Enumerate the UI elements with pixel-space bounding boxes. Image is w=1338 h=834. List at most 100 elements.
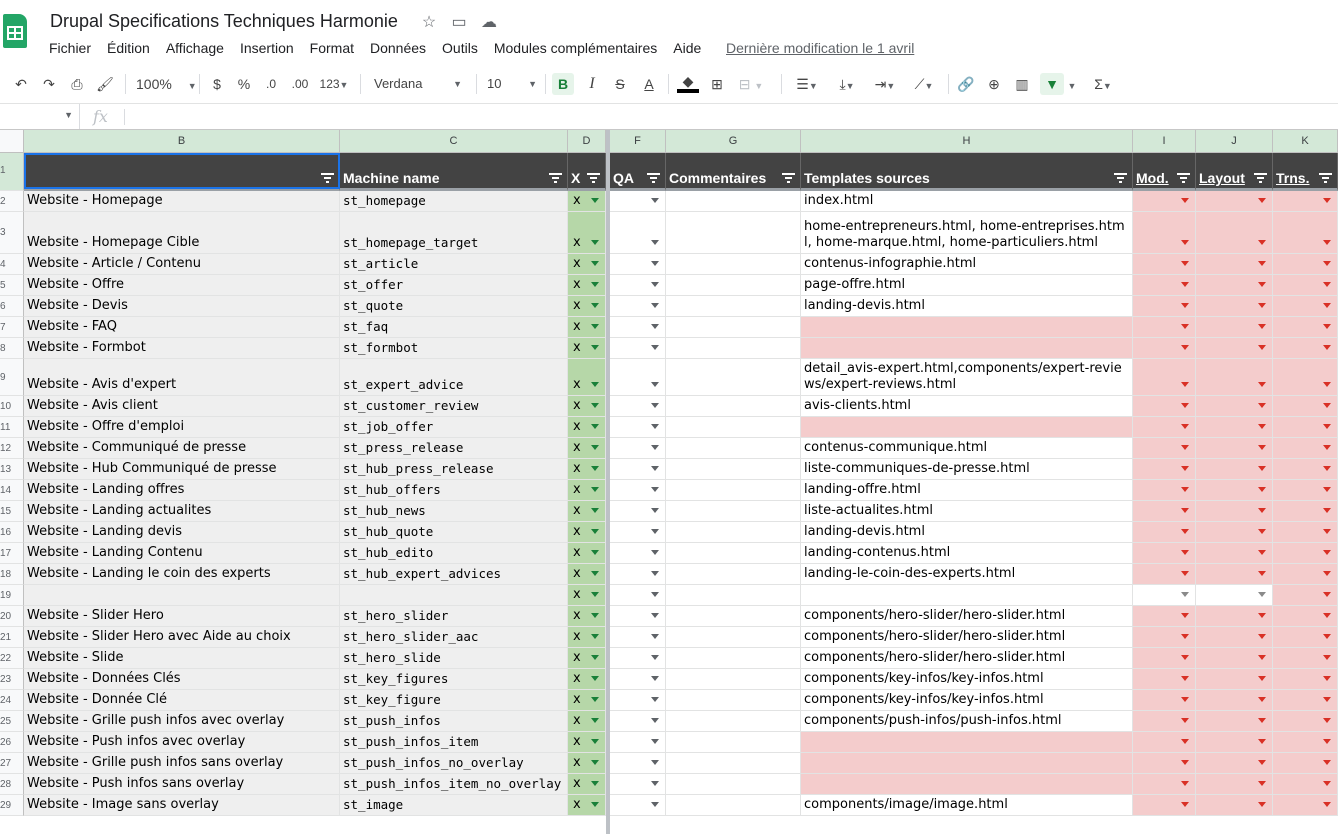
cell-i[interactable]: [1133, 732, 1196, 753]
row-number[interactable]: 25: [0, 711, 24, 732]
dropdown-chevron-icon[interactable]: [1323, 445, 1331, 450]
cell-j[interactable]: [1196, 669, 1273, 690]
cell-h[interactable]: index.html: [801, 191, 1133, 212]
cell-c[interactable]: st_quote: [340, 296, 568, 317]
cell-j[interactable]: [1196, 522, 1273, 543]
menu-item[interactable]: Aide: [673, 40, 701, 56]
dropdown-chevron-icon[interactable]: [1181, 634, 1189, 639]
cell-c[interactable]: st_hub_expert_advices: [340, 564, 568, 585]
cell-i[interactable]: [1133, 543, 1196, 564]
cell-c[interactable]: st_hero_slider_aac: [340, 627, 568, 648]
cell-h[interactable]: contenus-communique.html: [801, 438, 1133, 459]
cell-j[interactable]: [1196, 212, 1273, 254]
dropdown-chevron-icon[interactable]: [1258, 282, 1266, 287]
row-number[interactable]: 14: [0, 480, 24, 501]
dropdown-chevron-icon[interactable]: [1181, 802, 1189, 807]
font-size-select[interactable]: 10 ▼: [487, 73, 539, 95]
cell-c[interactable]: st_push_infos_no_overlay: [340, 753, 568, 774]
dropdown-chevron-icon[interactable]: [591, 676, 599, 681]
dropdown-chevron-icon[interactable]: [651, 424, 659, 429]
row-number[interactable]: 11: [0, 417, 24, 438]
cell-j[interactable]: [1196, 359, 1273, 396]
cell-d[interactable]: x: [568, 627, 606, 648]
cell-f[interactable]: [610, 254, 666, 275]
dropdown-chevron-icon[interactable]: [1323, 303, 1331, 308]
cell-j[interactable]: [1196, 296, 1273, 317]
row-number[interactable]: 15: [0, 501, 24, 522]
cell-c[interactable]: st_formbot: [340, 338, 568, 359]
dropdown-chevron-icon[interactable]: [1181, 403, 1189, 408]
dropdown-chevron-icon[interactable]: [651, 634, 659, 639]
cell-b[interactable]: Website - Landing offres: [24, 480, 340, 501]
cell-d[interactable]: x: [568, 338, 606, 359]
borders-icon[interactable]: ⊞: [706, 73, 728, 95]
cell-f[interactable]: [610, 585, 666, 606]
cell-g[interactable]: [666, 438, 801, 459]
cell-j[interactable]: [1196, 606, 1273, 627]
dropdown-chevron-icon[interactable]: [1323, 198, 1331, 203]
cell-b[interactable]: Website - Slider Hero: [24, 606, 340, 627]
cell-h[interactable]: landing-offre.html: [801, 480, 1133, 501]
cell-f[interactable]: [610, 753, 666, 774]
row-number[interactable]: 10: [0, 396, 24, 417]
cell-f[interactable]: [610, 606, 666, 627]
cell-j[interactable]: [1196, 317, 1273, 338]
dropdown-chevron-icon[interactable]: [1181, 697, 1189, 702]
cell-j[interactable]: [1196, 396, 1273, 417]
cell-k[interactable]: [1273, 359, 1338, 396]
cell-i[interactable]: [1133, 627, 1196, 648]
dropdown-chevron-icon[interactable]: [591, 508, 599, 513]
cell-g[interactable]: [666, 774, 801, 795]
text-color-button[interactable]: A: [638, 73, 660, 95]
fill-color-icon[interactable]: ◆: [677, 73, 699, 93]
dropdown-chevron-icon[interactable]: [1258, 303, 1266, 308]
dropdown-chevron-icon[interactable]: [591, 261, 599, 266]
cell-c[interactable]: st_homepage_target: [340, 212, 568, 254]
cell-f[interactable]: [610, 690, 666, 711]
dropdown-chevron-icon[interactable]: [1323, 592, 1331, 597]
dropdown-chevron-icon[interactable]: [591, 198, 599, 203]
cell-d[interactable]: x: [568, 212, 606, 254]
filter-icon[interactable]: [782, 173, 795, 183]
cell-i[interactable]: [1133, 690, 1196, 711]
cell-g[interactable]: [666, 480, 801, 501]
dropdown-chevron-icon[interactable]: [1323, 613, 1331, 618]
cell-i[interactable]: [1133, 501, 1196, 522]
cell-f[interactable]: [610, 359, 666, 396]
cell-i[interactable]: [1133, 359, 1196, 396]
cell-g[interactable]: [666, 606, 801, 627]
dropdown-chevron-icon[interactable]: [591, 781, 599, 786]
dropdown-chevron-icon[interactable]: [1258, 760, 1266, 765]
cell-b[interactable]: Website - Formbot: [24, 338, 340, 359]
row-number[interactable]: 24: [0, 690, 24, 711]
cell-f[interactable]: [610, 338, 666, 359]
dropdown-chevron-icon[interactable]: [1258, 198, 1266, 203]
cell-h[interactable]: components/hero-slider/hero-slider.html: [801, 648, 1133, 669]
cell-d[interactable]: x: [568, 359, 606, 396]
cell-i[interactable]: [1133, 753, 1196, 774]
dropdown-chevron-icon[interactable]: [1323, 487, 1331, 492]
insert-link-icon[interactable]: 🔗: [955, 73, 977, 95]
dropdown-chevron-icon[interactable]: [1323, 676, 1331, 681]
cell-k[interactable]: [1273, 585, 1338, 606]
cell-f[interactable]: [610, 669, 666, 690]
cell-d[interactable]: x: [568, 543, 606, 564]
dropdown-chevron-icon[interactable]: [1181, 240, 1189, 245]
cell-g[interactable]: [666, 338, 801, 359]
cell-c[interactable]: st_key_figures: [340, 669, 568, 690]
dropdown-chevron-icon[interactable]: [651, 261, 659, 266]
cell-j[interactable]: [1196, 732, 1273, 753]
dropdown-chevron-icon[interactable]: [1258, 403, 1266, 408]
cell-b[interactable]: Website - Landing actualites: [24, 501, 340, 522]
frozen-column-divider[interactable]: [606, 130, 610, 834]
cell-g[interactable]: [666, 522, 801, 543]
dropdown-chevron-icon[interactable]: [591, 613, 599, 618]
menu-item[interactable]: Insertion: [240, 40, 294, 56]
cell-k[interactable]: [1273, 606, 1338, 627]
cell-j[interactable]: [1196, 459, 1273, 480]
dropdown-chevron-icon[interactable]: [1323, 424, 1331, 429]
cell-k[interactable]: [1273, 543, 1338, 564]
dropdown-chevron-icon[interactable]: [651, 324, 659, 329]
cell-h[interactable]: [801, 338, 1133, 359]
header-cell-f[interactable]: QA: [610, 153, 666, 191]
